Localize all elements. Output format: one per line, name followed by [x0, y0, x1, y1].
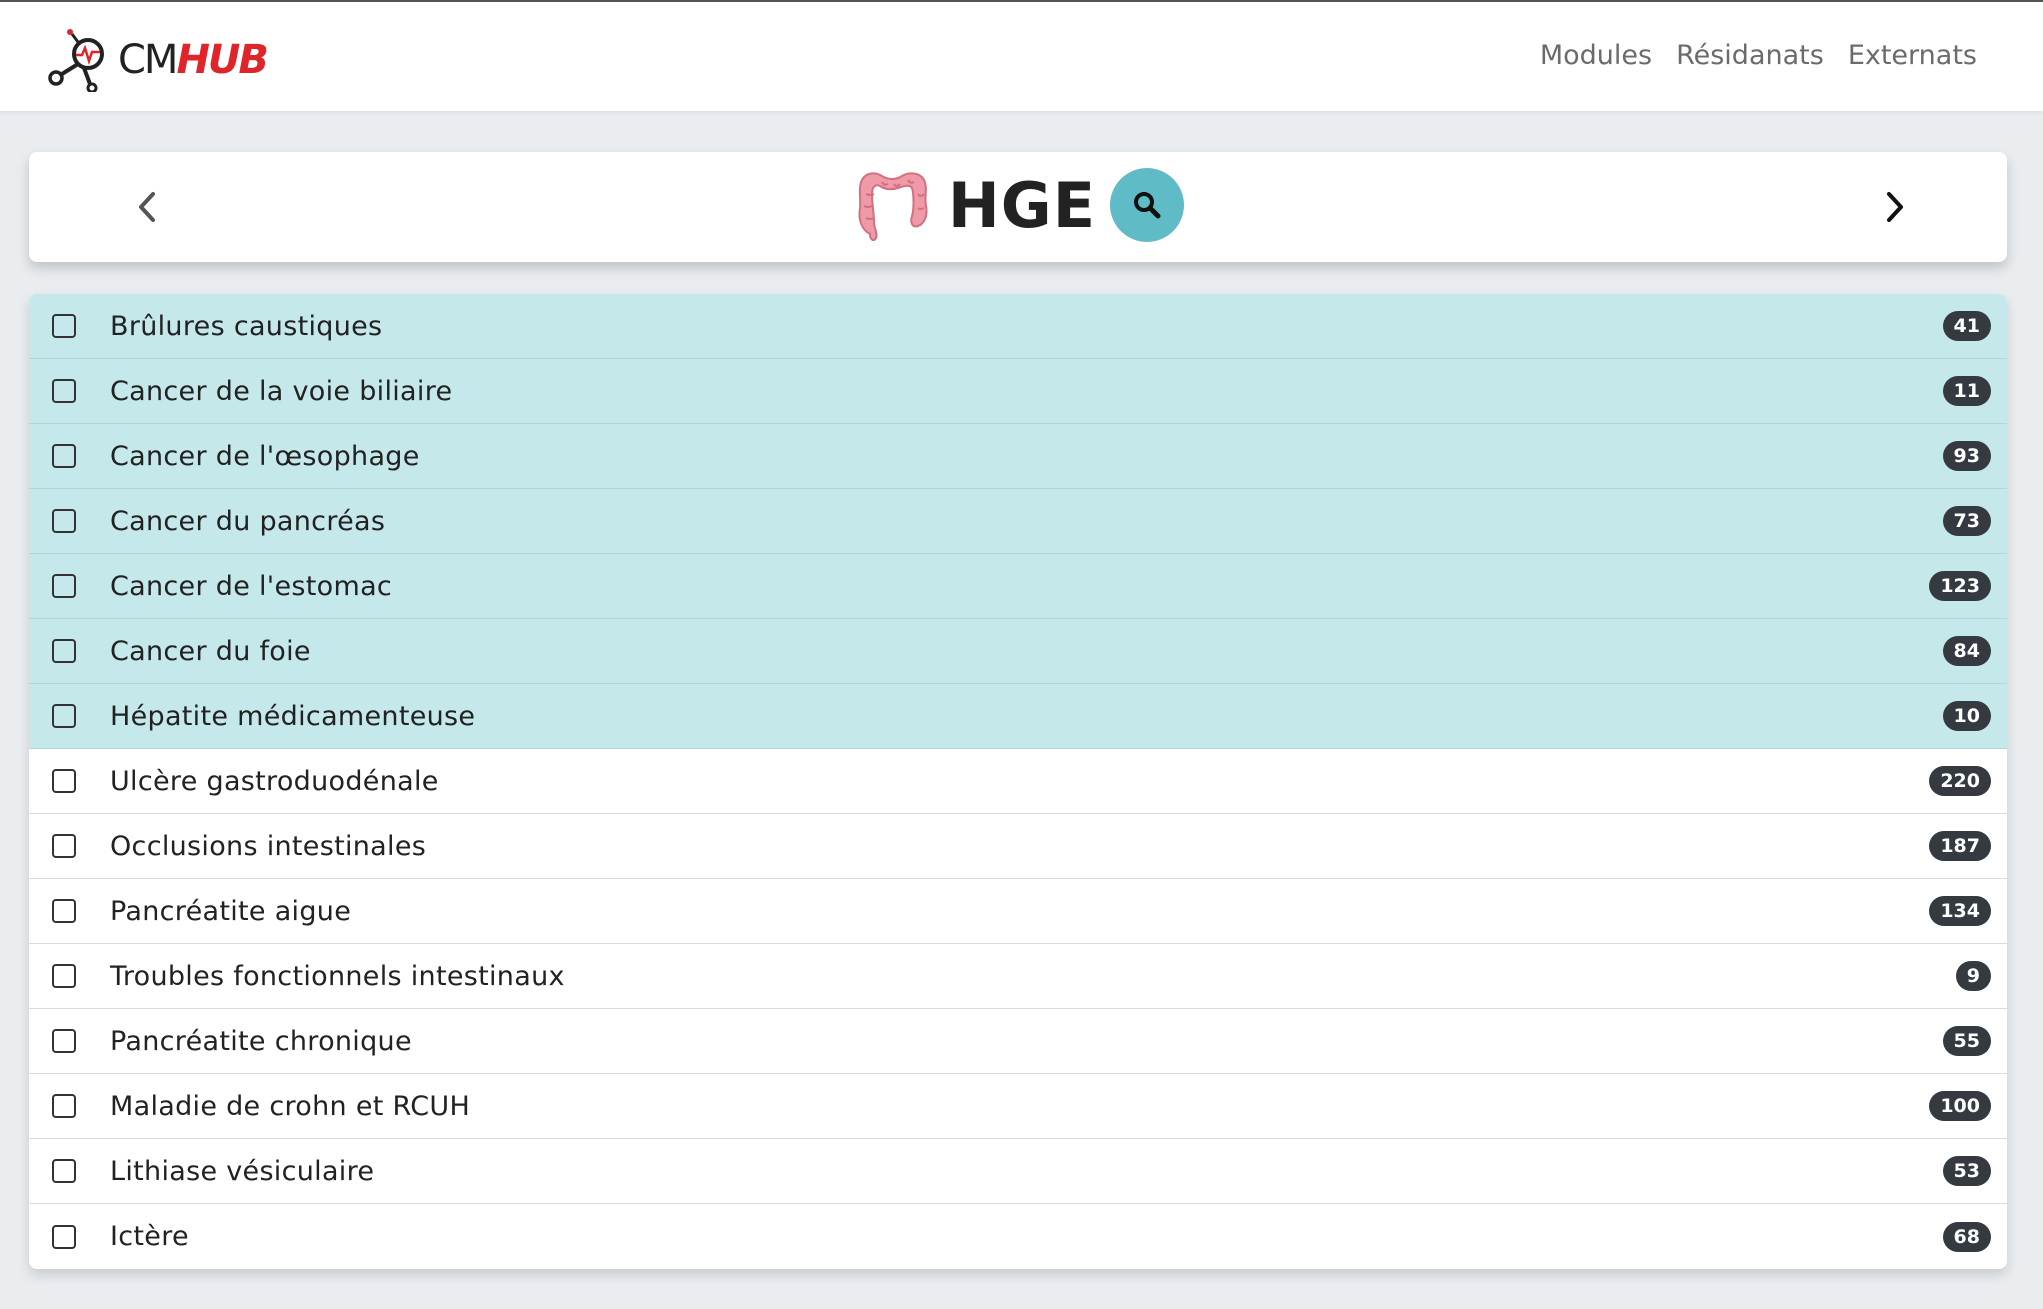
nav-links: Modules Résidanats Externats — [1540, 40, 1977, 71]
count-badge: 9 — [1955, 961, 1991, 991]
colon-icon — [858, 172, 928, 242]
checkbox[interactable] — [52, 314, 76, 338]
list-item[interactable]: Ulcère gastroduodénale 220 — [29, 749, 2007, 814]
checkbox[interactable] — [52, 509, 76, 533]
list-item-label: Cancer de la voie biliaire — [110, 375, 453, 407]
search-icon — [1134, 192, 1161, 219]
list-item[interactable]: Cancer du foie 84 — [29, 619, 2007, 684]
logo-hub: HUB — [176, 37, 268, 83]
count-badge: 93 — [1942, 441, 1991, 471]
navbar: CMHUB Modules Résidanats Externats — [0, 0, 2043, 111]
list-item-label: Cancer de l'œsophage — [110, 440, 420, 472]
list-item[interactable]: Cancer de l'estomac 123 — [29, 554, 2007, 619]
title-wrap: HGE — [29, 164, 2007, 246]
count-badge: 100 — [1929, 1091, 1991, 1121]
list-item[interactable]: Cancer de la voie biliaire 11 — [29, 359, 2007, 424]
count-badge: 55 — [1942, 1026, 1991, 1056]
checkbox[interactable] — [52, 769, 76, 793]
count-badge: 84 — [1942, 636, 1991, 666]
page-title: HGE — [947, 168, 1097, 242]
logo-text: CMHUB — [118, 37, 269, 83]
list-item-label: Hépatite médicamenteuse — [110, 700, 476, 732]
list-item-label: Lithiase vésiculaire — [110, 1155, 375, 1187]
list-item-label: Brûlures caustiques — [110, 310, 383, 342]
checkbox[interactable] — [52, 899, 76, 923]
checkbox[interactable] — [52, 574, 76, 598]
logo[interactable]: CMHUB — [44, 28, 269, 92]
checkbox[interactable] — [52, 444, 76, 468]
count-badge: 123 — [1929, 571, 1991, 601]
list-item[interactable]: Hépatite médicamenteuse 10 — [29, 684, 2007, 749]
list-item-label: Ulcère gastroduodénale — [110, 765, 439, 797]
list-item-label: Occlusions intestinales — [110, 830, 427, 862]
list-item-label: Ictère — [110, 1221, 189, 1252]
module-header: HGE — [29, 152, 2007, 262]
checkbox[interactable] — [52, 834, 76, 858]
list-item[interactable]: Pancréatite aigue 134 — [29, 879, 2007, 944]
chevron-right-icon[interactable] — [1873, 185, 1917, 229]
list-item-label: Troubles fonctionnels intestinaux — [110, 960, 565, 992]
list-item[interactable]: Brûlures caustiques 41 — [29, 294, 2007, 359]
nav-link-residanats[interactable]: Résidanats — [1676, 40, 1824, 71]
checkbox[interactable] — [52, 1029, 76, 1053]
list-item[interactable]: Ictère 68 — [29, 1204, 2007, 1269]
count-badge: 73 — [1942, 506, 1991, 536]
checkbox[interactable] — [52, 1094, 76, 1118]
nav-link-externats[interactable]: Externats — [1848, 40, 1977, 71]
checkbox[interactable] — [52, 964, 76, 988]
nav-link-modules[interactable]: Modules — [1540, 40, 1652, 71]
list-item-label: Maladie de crohn et RCUH — [110, 1090, 471, 1122]
list-item[interactable]: Troubles fonctionnels intestinaux 9 — [29, 944, 2007, 1009]
list-item-label: Cancer du foie — [110, 635, 311, 667]
checkbox[interactable] — [52, 704, 76, 728]
list-item-label: Cancer du pancréas — [110, 505, 386, 537]
checkbox[interactable] — [52, 379, 76, 403]
list-item-label: Pancréatite aigue — [110, 895, 352, 927]
search-button[interactable] — [1110, 168, 1185, 242]
checkbox[interactable] — [52, 1224, 76, 1249]
count-badge: 220 — [1929, 766, 1991, 796]
checkbox[interactable] — [52, 639, 76, 663]
list-item[interactable]: Occlusions intestinales 187 — [29, 814, 2007, 879]
list-item[interactable]: Cancer de l'œsophage 93 — [29, 424, 2007, 489]
count-badge: 10 — [1942, 701, 1991, 731]
list-item[interactable]: Maladie de crohn et RCUH 100 — [29, 1074, 2007, 1139]
logo-molecule-icon — [48, 29, 104, 92]
list-item-label: Cancer de l'estomac — [110, 570, 393, 602]
checkbox[interactable] — [52, 1159, 76, 1183]
count-badge: 134 — [1929, 896, 1991, 926]
count-badge: 53 — [1942, 1156, 1991, 1186]
list-item[interactable]: Lithiase vésiculaire 53 — [29, 1139, 2007, 1204]
list-item[interactable]: Pancréatite chronique 55 — [29, 1009, 2007, 1074]
count-badge: 11 — [1942, 376, 1991, 406]
count-badge: 68 — [1942, 1221, 1991, 1252]
logo-cm: CM — [118, 37, 178, 83]
topic-list: Brûlures caustiques 41 Cancer de la voie b… — [29, 294, 2007, 1269]
count-badge: 187 — [1929, 831, 1991, 861]
list-item[interactable]: Cancer du pancréas 73 — [29, 489, 2007, 554]
list-item-label: Pancréatite chronique — [110, 1025, 412, 1057]
count-badge: 41 — [1942, 311, 1991, 341]
